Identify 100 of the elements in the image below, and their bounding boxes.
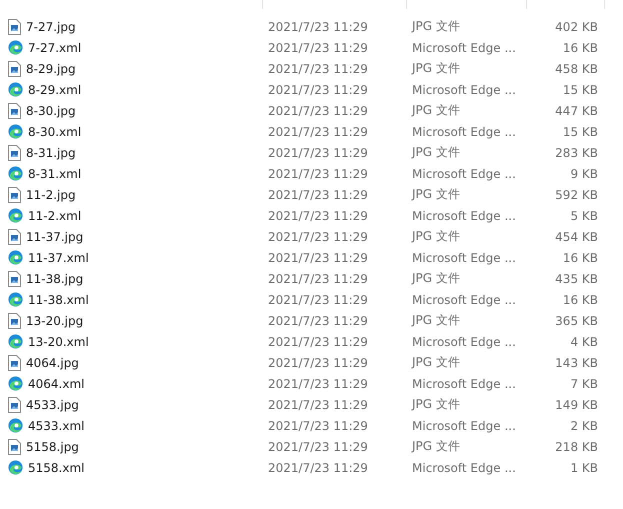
date-modified: 2021/7/23 11:29 xyxy=(267,208,369,222)
file-size: 149 KB xyxy=(554,398,599,412)
file-name[interactable]: 11-2.jpg xyxy=(26,188,76,202)
file-type: JPG 文件 xyxy=(410,312,461,329)
file-size: 454 KB xyxy=(554,230,599,244)
file-type: Microsoft Edge ... xyxy=(411,292,517,306)
date-modified: 2021/7/23 11:29 xyxy=(267,440,369,454)
file-name[interactable]: 4533.xml xyxy=(28,418,84,432)
image-file-icon xyxy=(8,396,21,412)
edge-browser-icon xyxy=(8,376,23,391)
file-size: 592 KB xyxy=(554,188,599,202)
file-name[interactable]: 4533.jpg xyxy=(26,398,79,412)
file-type: JPG 文件 xyxy=(410,18,461,35)
file-type: JPG 文件 xyxy=(410,270,461,287)
file-size: 15 KB xyxy=(562,124,599,138)
file-size: 16 KB xyxy=(562,292,599,306)
file-size: 9 KB xyxy=(569,166,599,180)
date-modified: 2021/7/23 11:29 xyxy=(267,166,369,180)
date-modified: 2021/7/23 11:29 xyxy=(267,20,369,34)
edge-browser-icon xyxy=(8,208,23,223)
file-size: 15 KB xyxy=(562,82,599,96)
image-file-icon xyxy=(8,354,21,370)
file-size: 283 KB xyxy=(554,146,599,160)
edge-browser-icon xyxy=(8,250,23,265)
file-name[interactable]: 13-20.jpg xyxy=(26,314,84,328)
edge-browser-icon xyxy=(8,460,23,475)
date-modified: 2021/7/23 11:29 xyxy=(267,334,369,348)
file-name[interactable]: 7-27.xml xyxy=(28,40,82,54)
file-type: Microsoft Edge ... xyxy=(411,418,517,432)
file-type: Microsoft Edge ... xyxy=(411,208,517,222)
file-name[interactable]: 13-20.xml xyxy=(28,334,89,348)
date-modified: 2021/7/23 11:29 xyxy=(267,314,369,328)
image-file-icon xyxy=(8,144,21,160)
date-modified: 2021/7/23 11:29 xyxy=(267,82,369,96)
file-size: 143 KB xyxy=(554,356,599,370)
date-modified: 2021/7/23 11:29 xyxy=(267,272,369,286)
file-type: Microsoft Edge ... xyxy=(411,460,517,474)
date-modified: 2021/7/23 11:29 xyxy=(267,62,369,76)
image-file-icon xyxy=(8,438,21,454)
file-size: 447 KB xyxy=(554,104,599,118)
file-type: Microsoft Edge ... xyxy=(411,124,517,138)
file-name[interactable]: 4064.xml xyxy=(28,376,84,390)
image-file-icon xyxy=(8,186,21,202)
date-modified: 2021/7/23 11:29 xyxy=(267,146,369,160)
file-name[interactable]: 11-37.xml xyxy=(28,250,89,264)
image-file-icon xyxy=(8,270,21,286)
date-modified: 2021/7/23 11:29 xyxy=(267,398,369,412)
date-modified: 2021/7/23 11:29 xyxy=(267,356,369,370)
edge-browser-icon xyxy=(8,82,23,97)
file-size: 2 KB xyxy=(569,418,599,432)
file-name[interactable]: 4064.jpg xyxy=(26,356,79,370)
edge-browser-icon xyxy=(8,40,23,55)
file-type: JPG 文件 xyxy=(410,186,461,203)
file-type: JPG 文件 xyxy=(410,354,461,371)
file-name[interactable]: 8-29.jpg xyxy=(26,62,76,76)
file-size: 5 KB xyxy=(569,208,599,222)
file-size: 1 KB xyxy=(569,460,599,474)
file-name[interactable]: 8-29.xml xyxy=(28,82,82,96)
file-size: 365 KB xyxy=(554,314,599,328)
edge-browser-icon xyxy=(8,418,23,433)
file-name[interactable]: 8-30.xml xyxy=(28,124,82,138)
date-modified: 2021/7/23 11:29 xyxy=(267,104,369,118)
date-modified: 2021/7/23 11:29 xyxy=(267,460,369,474)
file-size: 16 KB xyxy=(562,250,599,264)
image-file-icon xyxy=(8,312,21,328)
file-name[interactable]: 5158.xml xyxy=(28,460,84,474)
file-name[interactable]: 5158.jpg xyxy=(26,440,79,454)
file-size: 7 KB xyxy=(569,376,599,390)
file-size: 218 KB xyxy=(554,440,599,454)
file-type: JPG 文件 xyxy=(410,228,461,245)
image-file-icon xyxy=(8,18,21,34)
file-name[interactable]: 11-38.jpg xyxy=(26,272,84,286)
date-modified: 2021/7/23 11:29 xyxy=(267,376,369,390)
date-modified: 2021/7/23 11:29 xyxy=(267,250,369,264)
file-type: Microsoft Edge ... xyxy=(411,82,517,96)
file-size: 4 KB xyxy=(569,334,599,348)
edge-browser-icon xyxy=(8,292,23,307)
file-name[interactable]: 11-37.jpg xyxy=(26,230,84,244)
image-file-icon xyxy=(8,228,21,244)
file-name[interactable]: 8-31.jpg xyxy=(26,146,76,160)
file-name[interactable]: 8-30.jpg xyxy=(26,104,76,118)
file-size: 458 KB xyxy=(554,62,599,76)
edge-browser-icon xyxy=(8,166,23,181)
file-name[interactable]: 8-31.xml xyxy=(28,166,82,180)
file-name[interactable]: 11-2.xml xyxy=(28,208,82,222)
date-modified: 2021/7/23 11:29 xyxy=(267,40,369,54)
file-name[interactable]: 11-38.xml xyxy=(28,292,89,306)
date-modified: 2021/7/23 11:29 xyxy=(267,418,369,432)
file-type: Microsoft Edge ... xyxy=(411,376,517,390)
date-modified: 2021/7/23 11:29 xyxy=(267,188,369,202)
file-size: 16 KB xyxy=(562,40,599,54)
file-type: JPG 文件 xyxy=(410,438,461,455)
file-size: 402 KB xyxy=(554,20,599,34)
date-modified: 2021/7/23 11:29 xyxy=(267,124,369,138)
file-type: JPG 文件 xyxy=(410,144,461,161)
edge-browser-icon xyxy=(8,334,23,349)
file-type: Microsoft Edge ... xyxy=(411,166,517,180)
file-name[interactable]: 7-27.jpg xyxy=(26,20,76,34)
file-type: JPG 文件 xyxy=(410,102,461,119)
date-modified: 2021/7/23 11:29 xyxy=(267,230,369,244)
